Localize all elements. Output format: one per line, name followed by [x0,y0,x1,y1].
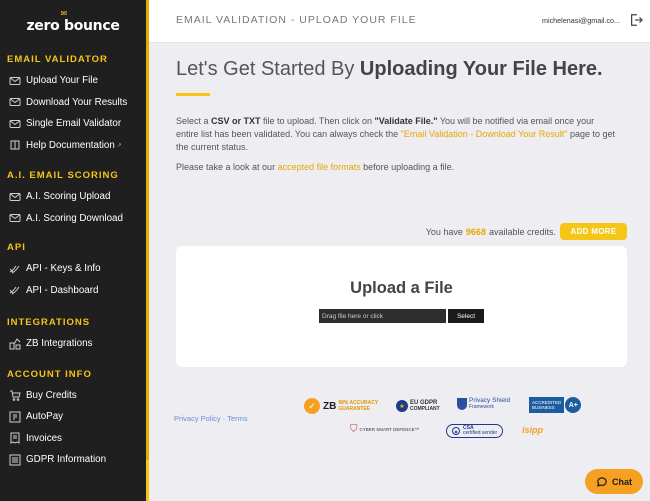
eu-gdpr-badge: ★ EU GDPR COMPLIANT [396,400,440,412]
section-header-1: A.I. EMAIL SCORING [7,170,119,181]
envelope-icon [9,75,21,87]
sidebar-item-invoices[interactable]: Invoices [0,428,146,450]
main-content: Let's Get Started By Uploading Your File… [176,43,636,367]
logo-envelope-icon: ✉ [60,9,67,18]
isipp-badge: isipp [522,425,544,435]
gdpr-icon [9,454,21,466]
topbar: EMAIL VALIDATION - UPLOAD YOUR FILE mich… [149,0,650,43]
upload-card: Upload a File Drag file here or click Se… [176,246,627,367]
key-icon [9,263,21,275]
upload-instructions: Select a CSV or TXT file to upload. Then… [176,116,616,152]
sidebar-item-single-email-validator[interactable]: Single Email Validator [0,113,146,135]
envelope-check-icon [9,191,21,203]
page-title: EMAIL VALIDATION - UPLOAD YOUR FILE [176,14,417,26]
sidebar-item-autopay[interactable]: AutoPay [0,406,146,428]
sidebar-item-download-your-results[interactable]: Download Your Results [0,92,146,114]
credits-row: You have 9668 available credits. ADD MOR… [176,223,627,240]
sidebar-item-label: Download Your Results [26,96,128,108]
zerobounce-logo[interactable]: ✉ zero bounce [0,0,146,48]
integrations-icon [9,337,21,350]
select-file-button[interactable]: Select [448,309,484,323]
sidebar-item-label: GDPR Information [26,454,107,466]
terms-link[interactable]: Terms [227,414,247,423]
section-header-0: EMAIL VALIDATOR [7,54,108,65]
file-formats-note: Please take a look at our accepted file … [176,162,455,172]
sidebar-item-label: A.I. Scoring Upload [26,191,111,203]
file-drop-input[interactable]: Drag file here or click [319,309,446,323]
sidebar-item-label: Help Documentation [26,139,115,151]
eu-stars-icon: ★ [396,400,408,412]
sidebar-item-label: ZB Integrations [26,338,93,350]
heading-underline [176,93,210,96]
credits-count: 9668 [465,226,486,237]
sidebar-item-api-dashboard[interactable]: API - Dashboard [0,280,146,302]
invoice-icon [9,432,21,445]
section-header-3: INTEGRATIONS [7,317,91,328]
sidebar: ✉ zero bounce EMAIL VALIDATOR Upload Your… [0,0,146,501]
zb-accuracy-badge: ✓ ZB 98% ACCURACY GUARANTEE [304,398,378,414]
sidebar-item-a-i-scoring-upload[interactable]: A.I. Scoring Upload [0,186,146,208]
sidebar-item-zb-integrations[interactable]: ZB Integrations [0,333,146,355]
accepted-formats-link[interactable]: accepted file formats [278,162,361,172]
sidebar-item-label: AutoPay [26,411,64,423]
logo-text: ✉ zero bounce [26,9,120,34]
download-results-link[interactable]: "Email Validation - Download Your Result… [401,129,568,139]
book-icon [9,139,21,151]
privacy-shield-badge: Privacy Shield Framework [457,397,510,410]
key-icon [9,284,21,296]
chat-bubble-icon [596,476,607,487]
sidebar-item-label: API - Dashboard [26,284,99,296]
page-heading: Let's Get Started By Uploading Your File… [176,58,603,80]
shield-icon [457,398,467,410]
logout-icon[interactable] [629,13,643,27]
section-header-2: API [7,242,26,253]
envelope-icon [9,118,21,130]
footer-links: Privacy Policy · Terms [174,414,248,423]
sidebar-scrollbar-thumb[interactable] [146,0,149,460]
chat-button[interactable]: Chat [585,469,643,494]
upload-title: Upload a File [350,279,453,297]
sidebar-item-api-keys-info[interactable]: API - Keys & Info [0,258,146,280]
envelope-check-icon [9,212,21,224]
autopay-icon [9,411,21,423]
csa-globe-icon: ◉ [452,427,460,435]
privacy-policy-link[interactable]: Privacy Policy [174,414,221,423]
sidebar-item-buy-credits[interactable]: Buy Credits [0,385,146,407]
footer-separator: · [222,414,226,423]
sidebar-item-help-documentation[interactable]: Help Documentation ↗ [0,135,146,157]
csa-certified-badge: ◉ CSA certified sender [446,424,504,438]
trust-badges: ✓ ZB 98% ACCURACY GUARANTEE ★ EU GDPR COMP… [304,396,604,446]
section-header-4: ACCOUNT INFO [7,368,92,380]
cart-icon [9,389,21,402]
sidebar-item-label: Single Email Validator [26,118,122,130]
envelope-icon [9,96,21,108]
sidebar-item-label: Buy Credits [26,389,77,401]
sidebar-sections: EMAIL VALIDATOR Upload Your File Download … [0,52,146,471]
cyber-shield-icon: ⛉ [350,424,358,435]
sidebar-item-label: A.I. Scoring Download [26,212,123,224]
add-more-button[interactable]: ADD MORE [560,223,627,240]
sidebar-item-label: Invoices [26,432,62,444]
sidebar-scrollbar[interactable] [146,0,149,501]
user-email[interactable]: michelenasi@gmail.co... [542,16,620,25]
checkmark-icon: ✓ [304,398,320,414]
external-link-icon: ↗ [116,142,122,149]
cyber-smart-defence-badge: ⛉ CYBER SMART DEFENCE™ [350,424,420,435]
sidebar-item-a-i-scoring-download[interactable]: A.I. Scoring Download [0,208,146,230]
sidebar-item-gdpr-information[interactable]: GDPR Information [0,449,146,471]
bbb-accredited-badge: ACCREDITED BUSINESS A+ [529,397,582,413]
sidebar-item-upload-your-file[interactable]: Upload Your File [0,70,146,92]
sidebar-item-label: Upload Your File [26,75,98,87]
sidebar-item-label: API - Keys & Info [26,263,101,275]
